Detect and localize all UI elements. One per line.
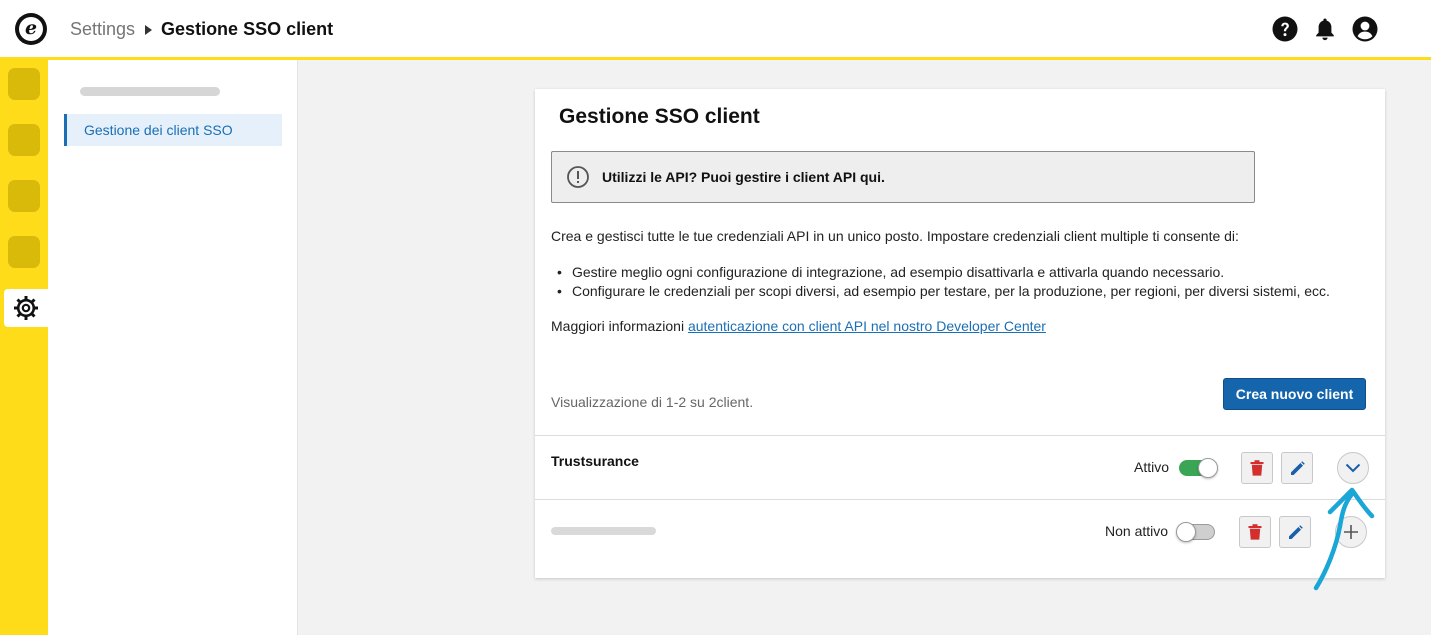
client-row: Non attivo bbox=[535, 499, 1385, 578]
create-client-button[interactable]: Crea nuovo client bbox=[1223, 378, 1366, 410]
client-name-placeholder bbox=[551, 527, 656, 535]
api-notice-text: Utilizzi le API? Puoi gestire i client A… bbox=[602, 169, 885, 185]
annotation-arrow-icon bbox=[1313, 487, 1375, 591]
benefits-list: Gestire meglio ogni configurazione di in… bbox=[557, 263, 1330, 301]
developer-center-link[interactable]: autenticazione con client API nel nostro… bbox=[688, 318, 1046, 334]
subnav-item-sso-clients[interactable]: Gestione dei client SSO bbox=[64, 114, 282, 146]
breadcrumb-settings-link[interactable]: Settings bbox=[70, 19, 135, 40]
page-title: Gestione SSO client bbox=[559, 105, 760, 128]
user-icon[interactable] bbox=[1352, 16, 1378, 42]
more-info: Maggiori informazioni autenticazione con… bbox=[551, 318, 1046, 334]
delete-client-button[interactable] bbox=[1239, 516, 1271, 548]
settings-subnav: Gestione dei client SSO bbox=[48, 60, 298, 635]
client-status-label: Non attivo bbox=[1105, 523, 1169, 539]
trash-icon bbox=[1248, 524, 1262, 540]
logo-letter: e bbox=[19, 17, 43, 41]
rail-nav-item-2[interactable] bbox=[8, 124, 40, 156]
app-rail bbox=[0, 60, 48, 635]
client-row: Trustsurance Attivo bbox=[535, 435, 1385, 499]
app-logo[interactable]: e bbox=[15, 13, 47, 45]
chevron-down-icon bbox=[1345, 463, 1361, 473]
api-notice: Utilizzi le API? Puoi gestire i client A… bbox=[551, 151, 1255, 203]
client-status-label: Attivo bbox=[1134, 459, 1170, 475]
rail-settings-item[interactable] bbox=[4, 289, 48, 327]
trash-icon bbox=[1250, 460, 1264, 476]
sso-clients-card: Gestione SSO client Utilizzi le API? Puo… bbox=[535, 89, 1385, 578]
top-bar: e Settings Gestione SSO client bbox=[0, 0, 1431, 60]
list-item: Gestire meglio ogni configurazione di in… bbox=[557, 263, 1330, 282]
info-icon bbox=[567, 166, 589, 188]
subnav-section-placeholder bbox=[80, 87, 220, 96]
description-text: Crea e gestisci tutte le tue credenziali… bbox=[551, 228, 1239, 244]
breadcrumb: Settings Gestione SSO client bbox=[70, 19, 333, 40]
breadcrumb-separator-icon bbox=[145, 24, 153, 35]
rail-nav-item-3[interactable] bbox=[8, 180, 40, 212]
more-info-label: Maggiori informazioni bbox=[551, 318, 688, 334]
toggle-knob bbox=[1198, 458, 1218, 478]
breadcrumb-current: Gestione SSO client bbox=[161, 19, 334, 39]
list-item: Configurare le credenziali per scopi div… bbox=[557, 282, 1330, 301]
help-icon[interactable] bbox=[1272, 16, 1298, 42]
delete-client-button[interactable] bbox=[1241, 452, 1273, 484]
bell-icon[interactable] bbox=[1312, 16, 1338, 42]
pencil-icon bbox=[1290, 460, 1305, 475]
results-count: Visualizzazione di 1-2 su 2client. bbox=[551, 394, 754, 410]
client-name: Trustsurance bbox=[551, 453, 639, 469]
client-status-toggle[interactable] bbox=[1176, 522, 1215, 542]
header-actions bbox=[1272, 16, 1378, 42]
rail-nav-item-1[interactable] bbox=[8, 68, 40, 100]
client-status-toggle[interactable] bbox=[1179, 458, 1218, 478]
gear-icon bbox=[14, 296, 38, 320]
toggle-knob bbox=[1176, 522, 1196, 542]
rail-nav-item-4[interactable] bbox=[8, 236, 40, 268]
